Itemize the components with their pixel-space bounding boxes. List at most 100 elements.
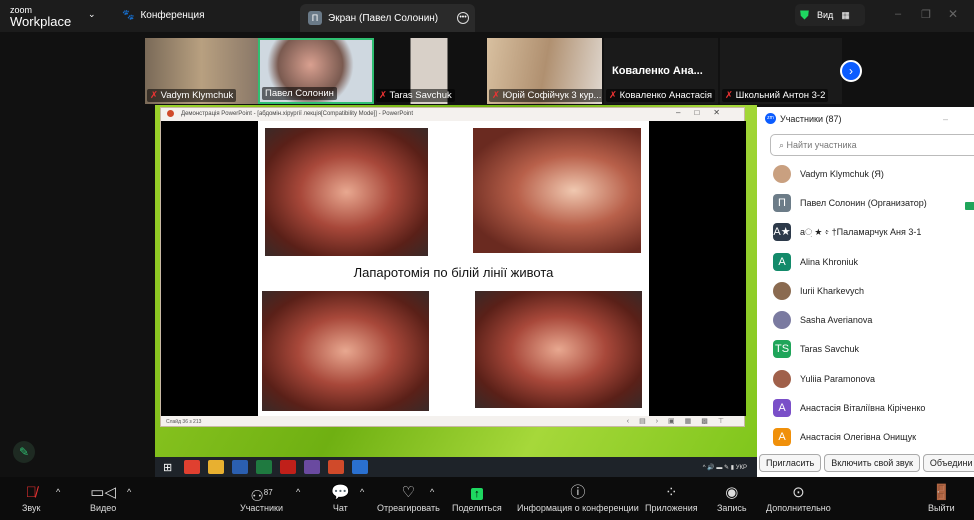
invite-button[interactable]: Пригласить (759, 454, 822, 472)
windows-start-icon[interactable]: ⊞ (163, 461, 172, 474)
participant-row[interactable]: A Alina Khroniuk (757, 247, 974, 276)
app-icon[interactable] (304, 460, 321, 474)
participants-title: Участники (87) (780, 113, 842, 124)
meeting-tab[interactable]: 🐾 Конференция (122, 10, 205, 21)
close-button[interactable]: ✕ (948, 7, 958, 21)
video-tile[interactable]: ✗ Taras Savchuk (374, 38, 485, 104)
share-tab[interactable]: П Экран (Павел Солонин) ••• (300, 4, 475, 32)
annotate-pencil-icon[interactable]: ✎ (13, 441, 35, 463)
participant-list: Vadym Klymchuk (Я) П Павел Солонин (Органи… (757, 159, 974, 451)
powerpoint-taskbar-icon[interactable] (328, 460, 345, 474)
share-status-icon (965, 202, 974, 210)
participant-row[interactable]: A★ а਼ ★ ፥ †Паламарчук Аня 3-1 (757, 218, 974, 247)
participant-row[interactable]: Vadym Klymchuk (Я) (757, 159, 974, 188)
tile-name: Павел Солонин (262, 87, 337, 100)
participant-row[interactable]: A Анастасія Олегівна Онищук (757, 423, 974, 451)
video-tile[interactable]: Коваленко Ана... ✗ Коваленко Анастасія (604, 38, 718, 104)
participant-name: а਼ ★ ፥ †Паламарчук Аня 3-1 (800, 226, 922, 237)
slide-title: Лапаротомія по білій лінії живота (353, 265, 554, 280)
video-tile[interactable]: ✗ Vadym Klymchuk (145, 38, 258, 104)
meeting-label: Конференция (140, 10, 205, 21)
avatar: П (773, 193, 791, 212)
video-tile[interactable]: ✗ Школьний Антон 3-2 (720, 38, 842, 104)
grid-icon: ▦ (841, 9, 850, 20)
excel-icon[interactable] (256, 460, 273, 474)
avatar (773, 369, 791, 388)
slide-counter: Слайд 36 з 213 (166, 419, 202, 425)
slide-area: Лапаротомія по білій лінії живота (161, 121, 746, 416)
tile-name: ✗ Коваленко Анастасія (606, 89, 716, 102)
search-placeholder: Найти участника (786, 140, 857, 150)
audio-options-caret[interactable]: ^ (56, 487, 60, 497)
paw-icon: 🐾 (122, 10, 135, 21)
more-button[interactable]: ⊙ Дополнительно (766, 483, 831, 513)
chrome-icon[interactable] (184, 460, 201, 474)
more-icon: ⊙ (792, 484, 805, 501)
record-icon: ◉ (725, 484, 739, 501)
more-icon[interactable]: ••• (457, 12, 469, 24)
participant-row[interactable]: Yuliia Paramonova (757, 364, 974, 393)
leave-button[interactable]: 🚪 Выйти (928, 483, 955, 513)
avatar: A (773, 252, 791, 271)
avatar (773, 311, 791, 330)
chevron-down-icon[interactable]: ⌄ (88, 9, 96, 20)
mic-muted-icon: 🎙̸ (25, 484, 37, 501)
powerpoint-icon (167, 110, 174, 117)
maximize-button[interactable]: ❐ (921, 8, 931, 21)
tile-big-name: Коваленко Ана... (612, 65, 703, 77)
apps-button[interactable]: ⁘ Приложения (645, 483, 698, 513)
tile-name: ✗ Vadym Klymchuk (147, 89, 237, 102)
participant-row[interactable]: A Анастасія Віталіївна Кіріченко (757, 393, 974, 422)
tile-name: ✗ Школьний Антон 3-2 (722, 89, 829, 102)
ppt-status-bar: Слайд 36 з 213 ‹▤›▣▦▩⊤ (161, 416, 746, 428)
participant-row[interactable]: П Павел Солонин (Организатор) (757, 188, 974, 217)
chat-button[interactable]: 💬 Чат (331, 483, 350, 513)
chat-caret[interactable]: ^ (360, 487, 364, 497)
participant-name: Sasha Averianova (800, 315, 873, 326)
share-button[interactable]: ↑ Поделиться (452, 483, 502, 513)
participants-caret[interactable]: ^ (296, 487, 300, 497)
participant-search-input[interactable]: ⌕ Найти участника (770, 134, 974, 156)
share-icon: ↑ (452, 483, 502, 503)
explorer-icon[interactable] (208, 460, 225, 474)
ppt-title: Демонстрація PowerPoint - [абдомін.хірур… (181, 111, 413, 117)
audio-button[interactable]: 🎙̸ Звук (22, 483, 40, 513)
unmute-button[interactable]: Включить свой звук (824, 454, 920, 472)
participant-name: Taras Savchuk (800, 344, 860, 355)
view-button[interactable]: ⛊ Вид ▦ (795, 4, 865, 26)
view-controls[interactable]: ‹▤›▣▦▩⊤ (627, 417, 734, 425)
video-tile[interactable]: ✗ Юрій Софійчук 3 кур... (487, 38, 602, 104)
windows-taskbar: ⊞ ^ 🔊 ▬ ✎ ▮ УКР (155, 457, 757, 477)
video-tile-active-speaker[interactable]: Павел Солонин (258, 38, 374, 104)
next-page-button[interactable]: › (840, 60, 862, 82)
acrobat-icon[interactable] (280, 460, 297, 474)
participants-button[interactable]: ⚇87 Участники (240, 483, 283, 513)
merge-button[interactable]: Объедини (922, 454, 974, 472)
zoom-icon: zm (765, 113, 776, 124)
participant-row[interactable]: Iurii Kharkevych (757, 276, 974, 305)
surgery-photo (473, 128, 641, 253)
avatar: A (773, 428, 791, 447)
leave-icon: 🚪 (931, 484, 951, 501)
avatar: TS (773, 340, 791, 359)
meeting-info-button[interactable]: ⓘ Информация о конференции (517, 483, 639, 513)
zoom-logo: zoom Workplace (10, 5, 71, 28)
system-tray: ^ 🔊 ▬ ✎ ▮ УКР (702, 464, 747, 471)
participant-row[interactable]: Sasha Averianova (757, 305, 974, 334)
record-button[interactable]: ◉ Запись (717, 483, 747, 513)
window-controls[interactable]: –□✕ (676, 108, 734, 117)
react-caret[interactable]: ^ (430, 487, 434, 497)
chat-icon: 💬 (331, 484, 350, 501)
zoom-taskbar-icon[interactable] (352, 460, 369, 474)
minimize-button[interactable]: – (895, 8, 901, 20)
video-button[interactable]: ▭◁ Видео (90, 483, 116, 513)
video-options-caret[interactable]: ^ (127, 487, 131, 497)
tile-name: ✗ Taras Savchuk (376, 89, 455, 102)
surgery-photo (262, 291, 429, 411)
powerpoint-window: Демонстрація PowerPoint - [абдомін.хірур… (160, 107, 746, 428)
minimize-panel-button[interactable]: – (943, 114, 948, 124)
word-icon[interactable] (232, 460, 249, 474)
avatar: A★ (773, 223, 791, 242)
participant-row[interactable]: TS Taras Savchuk (757, 335, 974, 364)
apps-icon: ⁘ (665, 484, 678, 501)
